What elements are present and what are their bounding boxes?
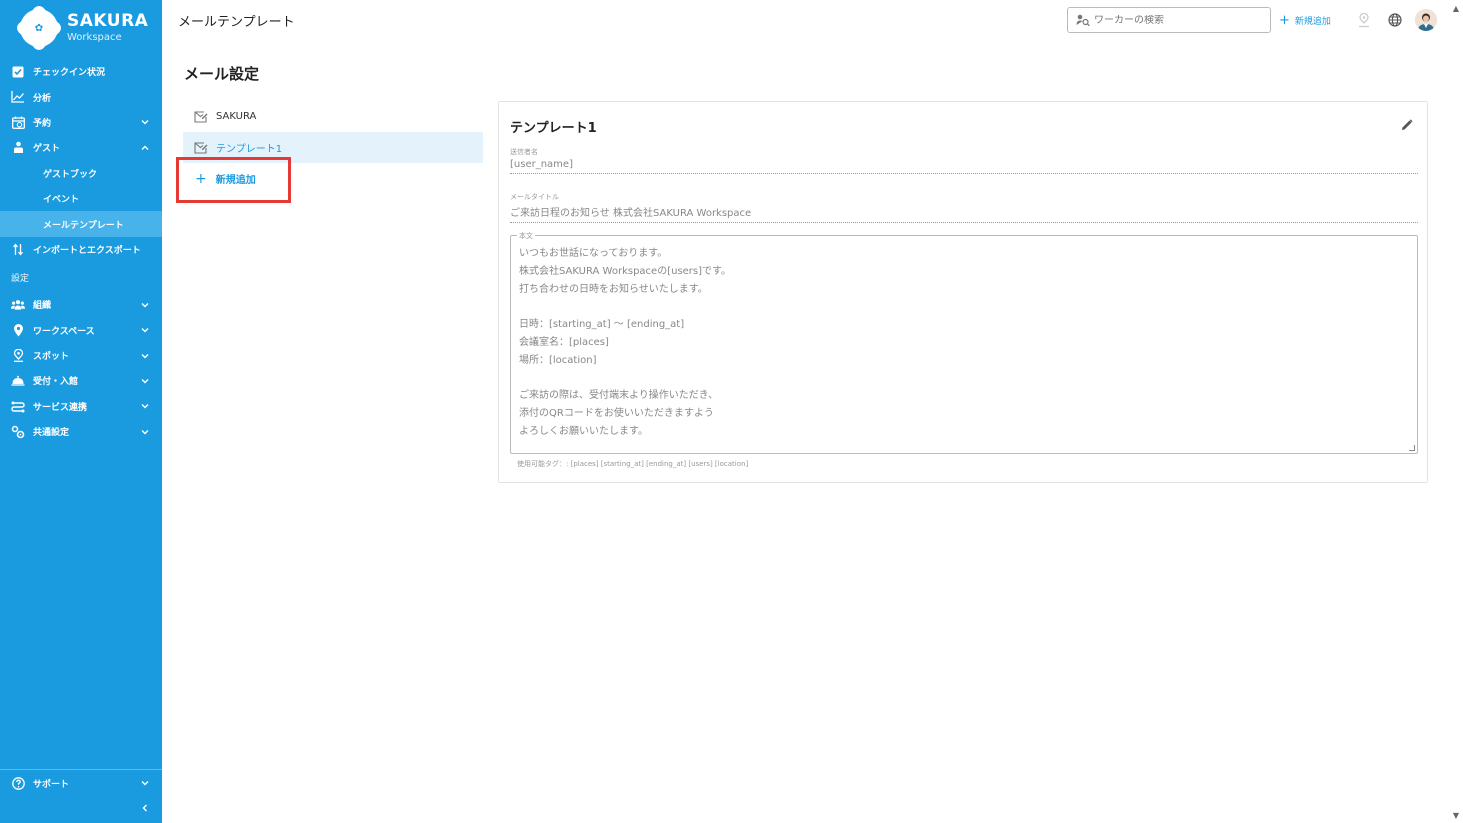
- header-add-label: 新規追加: [1294, 17, 1331, 27]
- mail-subject-value: ご来訪日程のお知らせ 株式会社SAKURA Workspace: [510, 208, 752, 219]
- sidebar-item-organization[interactable]: 組織: [0, 292, 162, 317]
- sidebar-item-label: ゲストブック: [43, 169, 98, 180]
- edit-button[interactable]: [1399, 117, 1415, 133]
- sender-name-value: [user_name]: [510, 159, 573, 170]
- mail-body-label: 本文: [517, 231, 535, 241]
- sidebar-item-reservation[interactable]: 予約: [0, 110, 162, 135]
- chevron-down-icon: [140, 778, 150, 788]
- sidebar-item-label: チェックイン状況: [33, 68, 106, 79]
- chart-line-icon: [11, 90, 25, 104]
- pencil-icon: [1402, 119, 1413, 130]
- plus-icon: +: [1279, 13, 1290, 28]
- sidebar-item-label: ゲスト: [33, 144, 61, 155]
- sidebar-item-common-settings[interactable]: 共通設定: [0, 419, 162, 444]
- checkbox-icon: [11, 65, 25, 79]
- sidebar-collapse-button[interactable]: [0, 798, 162, 818]
- people-icon: [11, 298, 25, 312]
- chevron-down-icon: [140, 117, 150, 127]
- search-input[interactable]: [1094, 14, 1264, 26]
- sidebar-item-checkin-status[interactable]: チェックイン状況: [0, 59, 162, 84]
- mail-body-textarea[interactable]: 本文 いつもお世話になっております。 株式会社SAKURA Workspaceの…: [510, 231, 1418, 454]
- sidebar-item-event[interactable]: イベント: [0, 186, 162, 211]
- calendar-icon: [11, 115, 25, 129]
- page-title: メールテンプレート: [178, 15, 295, 30]
- worker-search[interactable]: [1067, 7, 1271, 33]
- sidebar-item-label: スポット: [33, 352, 70, 363]
- sidebar-item-label: イベント: [43, 195, 80, 206]
- chevron-down-icon: [140, 351, 150, 361]
- chevron-down-icon: [140, 300, 150, 310]
- import-export-icon: [11, 242, 25, 256]
- avatar[interactable]: [1415, 9, 1437, 31]
- section-title: メール設定: [184, 65, 260, 83]
- brand-logo[interactable]: ✿ SAKURA Workspace: [0, 0, 162, 56]
- template-item-label: テンプレート1: [216, 144, 283, 155]
- mail-subject-field[interactable]: メールタイトル ご来訪日程のお知らせ 株式会社SAKURA Workspace: [510, 192, 1418, 223]
- template-item-sakura[interactable]: SAKURA: [183, 101, 483, 132]
- chevron-down-icon: [140, 427, 150, 437]
- template-item-label: SAKURA: [216, 111, 257, 122]
- sidebar-item-analytics[interactable]: 分析: [0, 84, 162, 109]
- sidebar-item-label: メールテンプレート: [43, 220, 124, 231]
- location-pin-icon: [11, 323, 25, 337]
- sidebar-item-label: 受付・入館: [33, 377, 79, 388]
- sidebar-item-label: サポート: [33, 779, 70, 790]
- resize-handle[interactable]: [1409, 445, 1415, 451]
- settings-section-heading: 設定: [11, 273, 30, 284]
- spot-icon: [11, 349, 25, 363]
- scroll-up-button[interactable]: ▲: [1450, 3, 1462, 13]
- sidebar-item-label: 予約: [33, 118, 52, 129]
- sidebar-item-guestbook[interactable]: ゲストブック: [0, 161, 162, 186]
- chevron-down-icon: [140, 325, 150, 335]
- available-tags-hint: 使用可能タグ：: [places] [starting_at] [ending_…: [517, 460, 749, 468]
- map-pin-icon[interactable]: [1356, 12, 1372, 28]
- sender-name-label: 送信者名: [510, 148, 538, 156]
- sidebar-item-label: 共通設定: [33, 428, 70, 439]
- sidebar-item-support[interactable]: サポート: [0, 771, 162, 796]
- sidebar-item-label: 分析: [33, 93, 52, 104]
- sidebar-item-import-export[interactable]: インポートとエクスポート: [0, 237, 162, 262]
- sidebar-item-reception[interactable]: 受付・入館: [0, 368, 162, 393]
- chevron-down-icon: [140, 376, 150, 386]
- template-detail-card: テンプレート1 送信者名 [user_name] メールタイトル ご来訪日程のお…: [498, 101, 1428, 483]
- person-search-icon: [1076, 14, 1090, 26]
- brand-title: SAKURA: [67, 11, 149, 31]
- sidebar-item-label: インポートとエクスポート: [33, 245, 141, 256]
- template-title: テンプレート1: [510, 121, 597, 136]
- sidebar-item-label: ワークスペース: [33, 326, 95, 337]
- brand-subtitle: Workspace: [67, 32, 122, 43]
- chevron-up-icon: [140, 143, 150, 153]
- sidebar-item-guest[interactable]: ゲスト: [0, 135, 162, 160]
- sidebar-item-workspace[interactable]: ワークスペース: [0, 318, 162, 343]
- sidebar: ✿ SAKURA Workspace チェックイン状況 分析 予約 ゲスト ゲス…: [0, 0, 162, 823]
- sidebar-item-mail-template[interactable]: メールテンプレート: [0, 211, 162, 237]
- gears-icon: [11, 425, 25, 439]
- integration-icon: [11, 399, 25, 413]
- chevron-down-icon: [140, 401, 150, 411]
- scroll-down-button[interactable]: ▼: [1450, 810, 1462, 820]
- mail-subject-label: メールタイトル: [510, 193, 559, 201]
- sidebar-item-service-integration[interactable]: サービス連携: [0, 394, 162, 419]
- sidebar-item-label: 組織: [33, 301, 52, 312]
- sidebar-item-label: サービス連携: [33, 402, 88, 413]
- header-add-button[interactable]: + 新規追加: [1279, 13, 1331, 28]
- chevron-left-icon: [142, 804, 147, 812]
- globe-icon[interactable]: [1387, 12, 1403, 28]
- guest-icon: [11, 141, 25, 155]
- mail-edit-icon: [194, 110, 208, 123]
- sender-name-field[interactable]: 送信者名 [user_name]: [510, 147, 1418, 174]
- sidebar-item-spot[interactable]: スポット: [0, 343, 162, 368]
- help-circle-icon: [11, 776, 25, 790]
- mail-body-text: いつもお世話になっております。 株式会社SAKURA Workspaceの[us…: [519, 248, 732, 437]
- highlight-box: [176, 157, 291, 203]
- sakura-flower-icon: ✿: [17, 6, 61, 50]
- mail-edit-icon: [194, 141, 208, 154]
- reception-bell-icon: [11, 374, 25, 388]
